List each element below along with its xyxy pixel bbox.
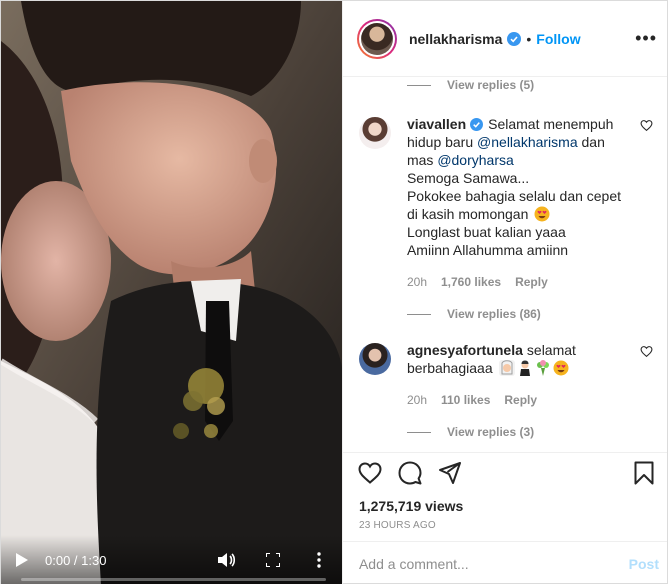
view-replies-button[interactable]: View replies (3) [406,421,653,443]
like-comment-heart-icon[interactable] [640,119,653,132]
comment-text: Amiinn Allahumma amiinn [406,242,569,258]
smiling-heart-eyes-emoji-icon [553,360,569,376]
view-replies-label: View replies (3) [446,425,535,439]
comment-body: viavallen Selamat menempuh hidup baru @ne… [407,115,653,291]
view-replies-button[interactable]: View replies (5) [406,77,653,93]
video-time: 0:00 / 1:30 [45,552,107,568]
video-controls: 0:00 / 1:30 [1,535,342,584]
groom-emoji-icon [517,360,533,376]
video-frame-image [1,1,342,584]
comment-meta: 20h 1,760 likes Reply [407,273,627,291]
add-comment-section: Post [342,541,667,584]
post-header: nellakharisma • Follow ••• [342,1,667,77]
comment-likes[interactable]: 1,760 likes [441,273,501,291]
view-replies-button[interactable]: View replies (86) [406,303,653,325]
commenter-avatar[interactable] [358,343,391,375]
share-direct-icon[interactable] [437,460,463,486]
like-comment-heart-icon[interactable] [640,345,653,358]
play-icon[interactable] [13,551,31,569]
comment-meta: 20h 110 likes Reply [407,391,627,409]
view-replies-label: View replies (5) [446,78,535,92]
comment-input[interactable] [358,555,629,572]
comment-body: agnesyafortunela selamat berbahagiaaa 20h… [407,341,653,409]
post-username[interactable]: nellakharisma [409,31,502,47]
post-actions-bar [342,452,667,492]
more-options-icon[interactable] [308,549,330,571]
video-progress-bar[interactable] [21,578,326,581]
more-options-button[interactable]: ••• [635,28,657,49]
comments-list[interactable]: View replies (5) viavallen Selamat menemp… [343,77,667,452]
save-bookmark-icon[interactable] [631,460,657,486]
comment-text: Pokokee bahagia selalu dan cepet di kasi… [406,188,622,222]
wedding-bouquet-emoji-icon [535,360,551,376]
separator-dot: • [526,30,532,47]
comment-time: 20h [406,275,427,289]
post-side-panel: nellakharisma • Follow ••• View replies … [341,1,667,584]
comment-username[interactable]: viavallen [407,116,466,132]
avatar[interactable] [356,18,397,59]
bride-emoji-icon [498,360,515,376]
verified-badge-icon [507,31,522,46]
comment-time: 20h [406,393,427,407]
view-count[interactable]: 1,275,719 views [343,492,667,514]
volume-icon[interactable] [216,549,238,571]
comment-bubble-icon[interactable] [397,460,423,486]
view-replies-label: View replies (86) [446,307,541,321]
post-timestamp[interactable]: 23 HOURS AGO [343,514,667,541]
comment-likes[interactable]: 110 likes [441,391,490,409]
post-window: 0:00 / 1:30 nellakharisma • Follow ••• V… [0,0,668,584]
follow-button[interactable]: Follow [536,31,580,47]
comment-text: Semoga Samawa... [406,170,530,186]
comment-item: agnesyafortunela selamat berbahagiaaa 20h… [358,341,653,409]
comment-text: Longlast buat kalian yaaa [406,224,566,240]
post-comment-button[interactable]: Post [629,556,659,572]
fullscreen-icon[interactable] [262,549,284,571]
video-player[interactable]: 0:00 / 1:30 [1,1,342,584]
reply-button[interactable]: Reply [504,391,537,409]
smiling-heart-eyes-emoji-icon [534,206,550,222]
like-heart-icon[interactable] [357,460,383,486]
comment-item: viavallen Selamat menempuh hidup baru @ne… [358,115,653,291]
reply-button[interactable]: Reply [515,273,548,291]
mention-link[interactable]: @doryharsa [437,152,513,168]
verified-badge-icon [470,118,484,132]
commenter-avatar[interactable] [358,117,391,149]
comment-username[interactable]: agnesyafortunela [407,342,523,358]
mention-link[interactable]: @nellakharisma [477,134,578,150]
